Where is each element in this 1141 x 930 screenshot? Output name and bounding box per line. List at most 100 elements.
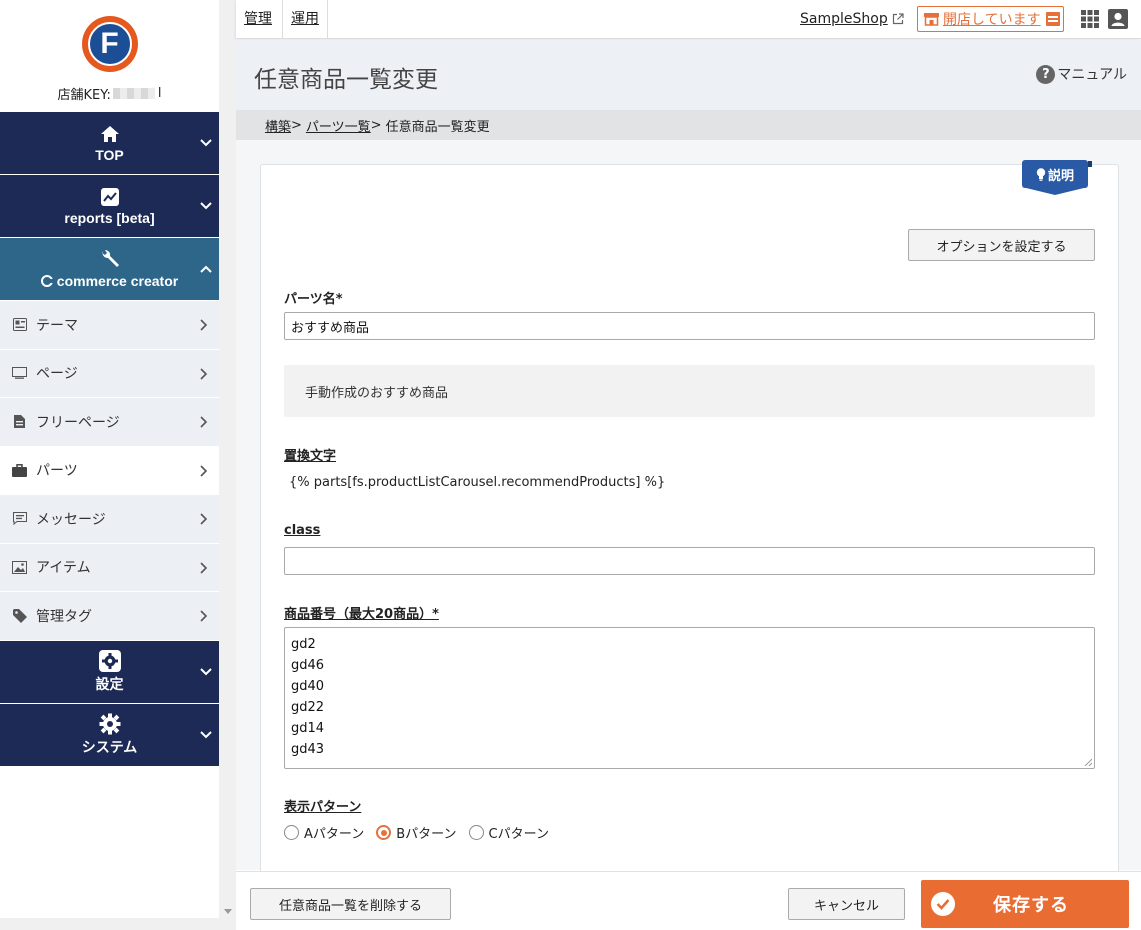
radio-indicator[interactable] bbox=[468, 825, 484, 840]
cancel-button[interactable]: キャンセル bbox=[788, 888, 905, 920]
futureshop-logo[interactable]: F bbox=[81, 16, 138, 72]
wrench-icon bbox=[99, 249, 121, 271]
nav-top[interactable]: TOP bbox=[0, 112, 219, 175]
sidebar-item-label: メッセージ bbox=[36, 511, 106, 528]
help-circle-icon: ? bbox=[1036, 64, 1056, 84]
save-button[interactable]: 保存する bbox=[921, 880, 1129, 928]
image-icon bbox=[12, 560, 27, 575]
manual-link[interactable]: ? マニュアル bbox=[1036, 64, 1127, 84]
app-grid-icon[interactable] bbox=[1081, 10, 1099, 28]
nav-commerce-creator[interactable]: commerce creator bbox=[0, 238, 219, 301]
check-icon bbox=[931, 892, 955, 916]
parts-name-input[interactable]: おすすめ商品 bbox=[284, 312, 1095, 340]
page-title: 任意商品一覧変更 bbox=[254, 67, 438, 93]
chevron-down-icon[interactable] bbox=[199, 136, 213, 150]
chevron-right-icon bbox=[200, 367, 208, 380]
sidebar-item-admin-tag[interactable]: 管理タグ bbox=[0, 592, 219, 641]
sidebar-item-label: パーツ bbox=[36, 463, 78, 480]
logo-area: F 店舗KEY: l bbox=[0, 0, 219, 112]
sidebar-item-label: アイテム bbox=[36, 560, 91, 577]
chevron-down-icon[interactable] bbox=[199, 199, 213, 213]
shop-link[interactable]: SampleShop bbox=[800, 0, 904, 38]
nav-commerce-creator-text: commerce creator bbox=[56, 273, 179, 289]
page-header: 任意商品一覧変更 ? マニュアル bbox=[236, 40, 1141, 110]
store-open-text: 開店しています bbox=[943, 12, 1041, 28]
pattern-b-radio[interactable]: Bパターン bbox=[376, 823, 457, 842]
store-icon bbox=[924, 13, 939, 26]
product-number-label: 商品番号（最大20商品）* bbox=[284, 607, 439, 622]
help-ribbon-body: 説明 bbox=[1022, 160, 1088, 188]
tab-operations[interactable]: 運用 bbox=[282, 0, 328, 38]
logo-letter: F bbox=[87, 22, 132, 66]
delete-list-button[interactable]: 任意商品一覧を削除する bbox=[250, 888, 451, 920]
store-key-tail: l bbox=[157, 86, 162, 101]
nav-settings-label: 設定 bbox=[95, 675, 124, 692]
radio-label: Cパターン bbox=[488, 827, 549, 842]
sidebar-item-message[interactable]: メッセージ bbox=[0, 495, 219, 544]
shop-link-label: SampleShop bbox=[800, 11, 888, 27]
page-icon bbox=[12, 366, 27, 381]
store-key-masked bbox=[112, 88, 155, 99]
nav-top-label: TOP bbox=[95, 147, 124, 163]
user-icon[interactable] bbox=[1108, 9, 1128, 29]
breadcrumb-separator: > bbox=[291, 117, 302, 133]
scroll-down-arrow-icon[interactable] bbox=[224, 909, 232, 914]
resize-grip-icon[interactable] bbox=[1084, 758, 1092, 766]
breadcrumb-parts-list[interactable]: パーツ一覧 bbox=[306, 116, 371, 135]
sidebar-item-page[interactable]: ページ bbox=[0, 349, 219, 398]
chevron-right-icon bbox=[200, 416, 208, 428]
sidebar-item-theme[interactable]: テーマ bbox=[0, 301, 219, 350]
nav-settings[interactable]: 設定 bbox=[0, 640, 219, 704]
chevron-up-icon[interactable] bbox=[199, 262, 213, 276]
pattern-a-radio[interactable]: Aパターン bbox=[284, 823, 364, 842]
tab-admin[interactable]: 管理 bbox=[244, 0, 272, 38]
radio-label: Bパターン bbox=[396, 827, 457, 842]
cog-icon bbox=[99, 713, 121, 735]
product-number-textarea[interactable]: gd2 gd46 gd40 gd22 gd14 gd43 bbox=[284, 627, 1095, 769]
breadcrumb-build[interactable]: 構築 bbox=[265, 116, 291, 135]
chevron-right-icon bbox=[200, 610, 208, 622]
sidebar-scrollbar[interactable] bbox=[219, 0, 236, 918]
display-pattern-label: 表示パターン bbox=[284, 800, 362, 815]
display-pattern-group: Aパターン Bパターン Cパターン bbox=[284, 823, 561, 842]
parts-name-label: パーツ名* bbox=[284, 292, 343, 307]
chevron-down-icon[interactable] bbox=[199, 665, 213, 679]
set-options-button[interactable]: オプションを設定する bbox=[908, 229, 1095, 261]
home-icon bbox=[99, 123, 121, 145]
store-open-status[interactable]: 開店しています bbox=[917, 6, 1064, 32]
sidebar-item-item[interactable]: アイテム bbox=[0, 543, 219, 592]
chevron-down-icon[interactable] bbox=[199, 728, 213, 742]
breadcrumb-separator: > bbox=[370, 117, 382, 133]
pattern-c-radio[interactable]: Cパターン bbox=[468, 823, 549, 842]
nav-system[interactable]: システム bbox=[0, 703, 219, 767]
gear-icon bbox=[98, 649, 121, 672]
message-icon bbox=[12, 511, 27, 526]
sidebar: F 店舗KEY: l TOP reports [beta] commerce c… bbox=[0, 0, 219, 930]
radio-indicator[interactable] bbox=[284, 825, 299, 840]
nav-reports-label: reports [beta] bbox=[64, 210, 155, 226]
product-number-line: gd22 bbox=[291, 700, 325, 715]
free-page-icon bbox=[12, 414, 27, 429]
ribbon-tail bbox=[1022, 187, 1088, 195]
horizontal-scrollbar[interactable] bbox=[0, 918, 236, 930]
store-key: 店舗KEY: l bbox=[58, 84, 162, 103]
sidebar-item-parts[interactable]: パーツ bbox=[0, 446, 219, 495]
menu-toggle-icon bbox=[1045, 12, 1060, 26]
chevron-right-icon bbox=[200, 319, 208, 331]
radio-indicator-selected[interactable] bbox=[376, 825, 392, 840]
theme-icon bbox=[12, 317, 27, 332]
sidebar-item-free-page[interactable]: フリーページ bbox=[0, 398, 219, 447]
save-label: 保存する bbox=[993, 895, 1069, 916]
help-ribbon[interactable]: 説明 bbox=[1022, 160, 1092, 197]
chart-icon bbox=[99, 186, 121, 208]
chevron-right-icon bbox=[200, 561, 208, 574]
product-number-line: gd40 bbox=[291, 679, 325, 694]
sidebar-item-label: フリーページ bbox=[36, 414, 120, 431]
briefcase-icon bbox=[12, 463, 27, 478]
class-label: class bbox=[284, 523, 321, 538]
nav-reports[interactable]: reports [beta] bbox=[0, 175, 219, 238]
class-input[interactable] bbox=[284, 547, 1095, 575]
nav-commerce-creator-label: commerce creator bbox=[40, 273, 179, 289]
lightbulb-icon bbox=[1036, 167, 1046, 181]
sidebar-item-label: テーマ bbox=[36, 317, 78, 334]
